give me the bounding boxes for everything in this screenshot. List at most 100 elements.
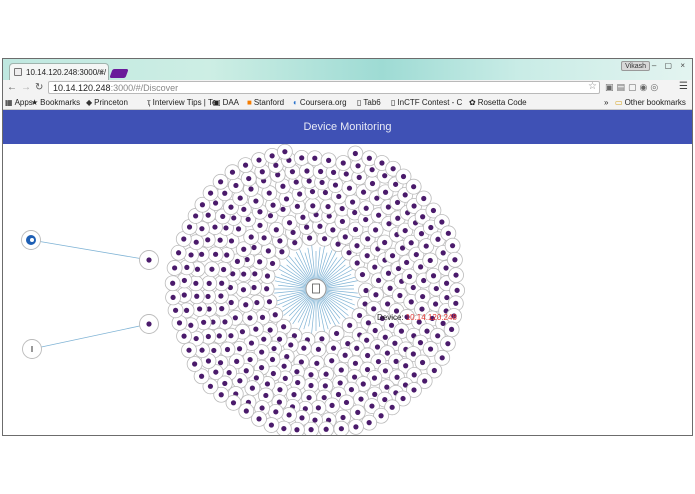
device-node-dot (209, 266, 215, 272)
device-node-dot (360, 381, 366, 387)
device-node-dot (372, 327, 378, 334)
device-node[interactable] (186, 356, 203, 372)
bookmark-item[interactable]: ✿ Rosetta Code (469, 98, 527, 107)
device-node-dot (443, 280, 450, 286)
device-node-dot (371, 306, 377, 312)
device-node[interactable] (240, 170, 257, 187)
extension-icons[interactable]: ▣▤▢◉◎ (605, 82, 661, 93)
device-node-dot (408, 240, 414, 246)
external-node[interactable] (22, 339, 42, 359)
device-node[interactable] (224, 164, 241, 181)
device-node[interactable] (295, 340, 312, 357)
device-node[interactable] (268, 221, 285, 238)
device-node[interactable] (139, 314, 159, 334)
device-node[interactable] (176, 328, 192, 345)
bookmark-item[interactable]: ▣ DAA (213, 98, 239, 107)
device-node[interactable] (238, 403, 255, 419)
device-node[interactable] (347, 145, 364, 162)
device-node[interactable] (251, 152, 267, 168)
device-node-dot (259, 349, 265, 355)
device-node[interactable] (204, 261, 220, 278)
user-profile-badge[interactable]: Vikash (621, 61, 650, 71)
external-node[interactable] (21, 230, 41, 250)
device-node[interactable] (195, 314, 212, 331)
device-node-dot (382, 189, 389, 195)
device-node[interactable] (335, 155, 352, 171)
device-node[interactable] (166, 260, 183, 276)
device-node-dot (259, 314, 266, 320)
bookmark-item[interactable]: ◆ Princeton (86, 98, 128, 107)
device-node[interactable] (320, 152, 337, 169)
device-node[interactable] (237, 157, 254, 174)
bookmark-item[interactable]: ◐ Coursera.org (293, 98, 347, 107)
new-tab-button[interactable] (109, 69, 129, 78)
device-node-dot (247, 356, 253, 363)
hub-node[interactable] (305, 278, 327, 300)
active-tab[interactable]: 10.14.120.248:3000/#/ × (9, 63, 109, 80)
device-node-dot (435, 236, 441, 242)
device-node[interactable] (276, 144, 293, 160)
device-node[interactable] (235, 281, 252, 298)
device-node-dot (403, 363, 409, 369)
coursera-icon: ◐ (293, 98, 298, 107)
device-node[interactable] (281, 214, 298, 231)
bookmark-item[interactable]: ★ Bookmarks (31, 98, 80, 107)
device-node[interactable] (361, 414, 378, 431)
menu-icon[interactable]: ☰ (679, 81, 688, 92)
device-node-dot (310, 203, 316, 209)
reload-icon[interactable]: ↻ (35, 82, 43, 93)
device-node[interactable] (324, 397, 340, 414)
device-node[interactable] (303, 421, 320, 436)
device-node[interactable] (333, 420, 350, 436)
device-node[interactable] (310, 341, 327, 358)
bookmarks-overflow-button[interactable]: » (604, 98, 608, 107)
device-node[interactable] (415, 190, 432, 207)
device-node[interactable] (164, 275, 181, 292)
device-node[interactable] (167, 302, 184, 319)
close-icon[interactable]: × (99, 67, 104, 77)
device-node[interactable] (439, 335, 456, 352)
device-node-dot (220, 213, 226, 220)
device-node[interactable] (181, 342, 197, 359)
device-node[interactable] (201, 275, 218, 292)
other-bookmarks-folder[interactable]: ▭ Other bookmarks (615, 98, 686, 107)
device-node[interactable] (348, 418, 364, 435)
device-node[interactable] (443, 321, 460, 338)
device-node[interactable] (267, 403, 284, 420)
device-node[interactable] (448, 267, 464, 283)
graph-svg[interactable]: Device: 10.14.120.248 (3, 144, 693, 436)
device-node[interactable] (367, 222, 384, 238)
device-node[interactable] (318, 421, 335, 436)
address-bar[interactable]: 10.14.120.248:3000/#/Discover (48, 81, 600, 94)
device-node[interactable] (444, 237, 461, 254)
window-controls[interactable]: – ▢ × (652, 61, 688, 70)
forward-arrow-icon[interactable]: → (21, 82, 31, 93)
device-node-dot (408, 299, 414, 305)
device-node[interactable] (165, 289, 181, 306)
network-graph[interactable]: Device: 10.14.120.248 (3, 144, 693, 436)
bookmark-item[interactable]: ▯ Tab6 (357, 98, 381, 107)
device-node[interactable] (306, 150, 323, 167)
bookmark-item[interactable]: ■ Stanford (247, 98, 284, 107)
device-node[interactable] (219, 341, 236, 358)
device-node[interactable] (281, 407, 298, 423)
device-node[interactable] (207, 246, 224, 263)
bookmark-star-icon[interactable]: ☆ (588, 81, 597, 92)
device-node[interactable] (170, 244, 187, 261)
bookmark-item[interactable]: ҭ Interview Tips | Te (147, 98, 216, 107)
device-node[interactable] (447, 251, 463, 268)
back-arrow-icon[interactable]: ← (7, 82, 17, 93)
device-node[interactable] (237, 296, 254, 313)
bookmark-item[interactable]: ▯ InCTF Contest - C (391, 98, 462, 107)
device-node-dot (193, 335, 199, 342)
device-node[interactable] (139, 250, 159, 270)
device-node[interactable] (405, 178, 422, 195)
bookmark-item[interactable]: ▦ Apps (5, 98, 33, 107)
device-node[interactable] (304, 197, 321, 214)
device-node-dot (288, 342, 294, 348)
device-node[interactable] (422, 252, 439, 269)
device-node[interactable] (242, 309, 258, 326)
device-node-dot (271, 345, 277, 352)
device-node-dot (199, 251, 205, 257)
device-node[interactable] (349, 404, 366, 421)
